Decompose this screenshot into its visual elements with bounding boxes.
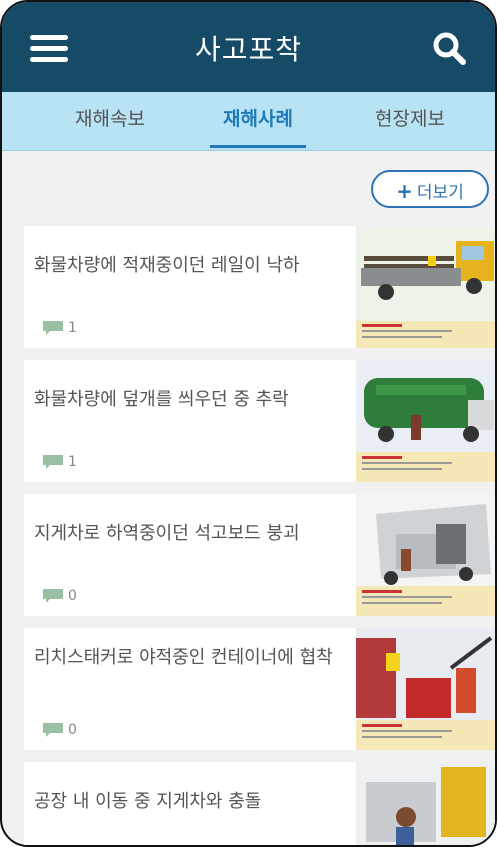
plus-icon: + — [396, 179, 413, 203]
more-button[interactable]: + 더보기 — [371, 170, 489, 208]
comment-icon — [43, 321, 63, 335]
tab-site-reports[interactable]: 현장제보 — [354, 92, 466, 150]
truck-rail-illustration-thumbnail — [356, 226, 495, 348]
phone-frame: 사고포착 재해속보 재해사례 현장제보 + 더보기 화물차량에 적재중이던 레일이… — [0, 0, 497, 847]
comment-count: 1 — [42, 453, 77, 471]
article-card[interactable]: 공장 내 이동 중 지게차와 충돌 — [24, 762, 495, 845]
article-title: 리치스태커로 야적중인 컨테이너에 협착 — [34, 647, 333, 668]
comment-count: 1 — [42, 319, 77, 337]
article-title: 화물차량에 덮개를 씌우던 중 추락 — [34, 389, 289, 410]
article-card[interactable]: 지게차로 하역중이던 석고보드 붕괴 0 — [24, 494, 495, 616]
article-card[interactable]: 리치스태커로 야적중인 컨테이너에 협착 0 — [24, 628, 495, 750]
more-button-label: 더보기 — [416, 183, 464, 203]
search-icon[interactable] — [431, 30, 467, 66]
tab-bar: 재해속보 재해사례 현장제보 — [2, 92, 495, 151]
article-title: 지게차로 하역중이던 석고보드 붕괴 — [34, 523, 300, 544]
article-title: 화물차량에 적재중이던 레일이 낙하 — [34, 255, 300, 276]
comment-icon — [43, 723, 63, 737]
container-illustration-thumbnail — [356, 628, 495, 750]
comment-count: 0 — [42, 721, 77, 739]
tab-disaster-news[interactable]: 재해속보 — [54, 92, 166, 150]
factory-forklift-illustration-thumbnail — [356, 762, 495, 845]
comment-icon — [43, 455, 63, 469]
app-bar: 사고포착 — [2, 2, 495, 92]
article-card[interactable]: 화물차량에 적재중이던 레일이 낙하 1 — [24, 226, 495, 348]
truck-cover-illustration-thumbnail — [356, 360, 495, 482]
comment-count: 0 — [42, 587, 77, 605]
article-title: 공장 내 이동 중 지게차와 충돌 — [34, 791, 262, 812]
app-title: 사고포착 — [194, 33, 303, 66]
tab-disaster-cases[interactable]: 재해사례 — [210, 92, 306, 150]
comment-icon — [43, 589, 63, 603]
forklift-board-illustration-thumbnail — [356, 494, 495, 616]
article-card[interactable]: 화물차량에 덮개를 씌우던 중 추락 1 — [24, 360, 495, 482]
